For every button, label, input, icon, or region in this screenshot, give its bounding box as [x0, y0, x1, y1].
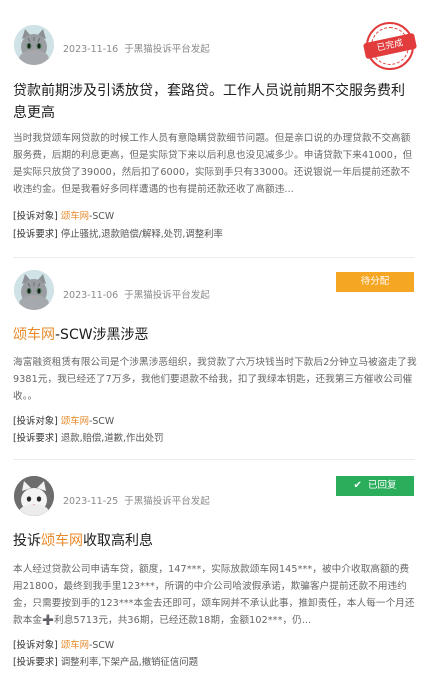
post-meta: 2023-11-16 于黑猫投诉平台发起 — [63, 41, 210, 55]
post-meta: 2023-11-25 于黑猫投诉平台发起 — [63, 493, 210, 507]
post-title[interactable]: 颂车网-SCW涉黑涉恶 — [13, 324, 415, 346]
post-title-highlight: 颂车网 — [13, 327, 55, 343]
demand-value: 退款,赔偿,道歉,作出处罚 — [60, 433, 164, 444]
demand-label: [投诉要求] — [13, 229, 58, 240]
demand-label: [投诉要求] — [13, 433, 58, 444]
post-date: 2023-11-16 — [63, 44, 119, 55]
target-label: [投诉对象] — [13, 640, 58, 651]
target-label: [投诉对象] — [13, 211, 58, 222]
post-date: 2023-11-25 — [63, 496, 119, 507]
post-title-text: 收取高利息 — [83, 533, 153, 549]
post-description: 本人经过贷款公司申请车贷，额度，147***，实际放款颂车网145***，被中介… — [13, 564, 415, 626]
status-badge-pending: 待分配 — [336, 272, 414, 292]
complaint-card[interactable]: 2023-11-06 于黑猫投诉平台发起 待分配 颂车网-SCW涉黑涉恶 海富融… — [0, 258, 428, 460]
target-link[interactable]: 颂车网 — [61, 416, 89, 427]
complaint-card[interactable]: 2023-11-25 于黑猫投诉平台发起 ✔ 已回复 投诉颂车网收取高利息 本人经… — [0, 460, 428, 680]
post-description: 当时我贷颂车网贷款的时候工作人员有意隐瞒贷款细节问题。但是亲口说的办理贷款不交高… — [13, 133, 413, 195]
user-avatar — [14, 476, 54, 516]
status-badge-label: 已回复 — [367, 480, 397, 491]
demand-value: 停止骚扰,退款赔偿/解释,处罚,调整利率 — [60, 229, 223, 240]
complaint-target: [投诉对象] 颂车网-SCW — [13, 209, 114, 225]
status-stamp-completed: 已完成 — [362, 22, 418, 70]
post-source: 于黑猫投诉平台发起 — [124, 290, 210, 301]
post-source: 于黑猫投诉平台发起 — [124, 496, 210, 507]
post-title[interactable]: 贷款前期涉及引诱放贷，套路贷。工作人员说前期不交服务费利息更高 — [13, 80, 415, 124]
target-suffix: -SCW — [88, 640, 115, 651]
complaint-demand: [投诉要求] 调整利率,下架产品,撤销征信问题 — [13, 655, 198, 671]
complaint-target: [投诉对象] 颂车网-SCW — [13, 414, 114, 430]
post-title[interactable]: 投诉颂车网收取高利息 — [13, 530, 415, 552]
target-suffix: -SCW — [88, 416, 115, 427]
demand-label: [投诉要求] — [13, 657, 58, 668]
post-meta: 2023-11-06 于黑猫投诉平台发起 — [63, 287, 210, 301]
user-avatar — [14, 270, 54, 310]
complaint-demand: [投诉要求] 退款,赔偿,道歉,作出处罚 — [13, 431, 164, 447]
complaint-target: [投诉对象] 颂车网-SCW — [13, 638, 114, 654]
target-link[interactable]: 颂车网 — [61, 640, 89, 651]
demand-value: 调整利率,下架产品,撤销征信问题 — [60, 657, 199, 668]
post-title-prefix: 投诉 — [13, 533, 41, 549]
status-badge-replied: ✔ 已回复 — [336, 476, 414, 496]
post-description: 海富融资租赁有限公司是个涉黑涉恶组织，我贷款了六万块钱当时下款后2分钟立马被盗走… — [13, 357, 417, 402]
target-link[interactable]: 颂车网 — [61, 211, 89, 222]
target-label: [投诉对象] — [13, 416, 58, 427]
complaint-demand: [投诉要求] 停止骚扰,退款赔偿/解释,处罚,调整利率 — [13, 227, 223, 243]
post-title-text: 贷款前期涉及引诱放贷，套路贷。工作人员说前期不交服务费利息更高 — [13, 83, 405, 121]
target-suffix: -SCW — [88, 211, 115, 222]
complaint-card[interactable]: 2023-11-16 于黑猫投诉平台发起 已完成 贷款前期涉及引诱放贷，套路贷。… — [0, 0, 428, 258]
check-icon: ✔ — [353, 480, 362, 491]
post-title-highlight: 颂车网 — [41, 533, 83, 549]
post-date: 2023-11-06 — [63, 290, 119, 301]
post-title-text: -SCW涉黑涉恶 — [55, 327, 149, 343]
user-avatar — [14, 25, 54, 65]
post-source: 于黑猫投诉平台发起 — [124, 44, 210, 55]
